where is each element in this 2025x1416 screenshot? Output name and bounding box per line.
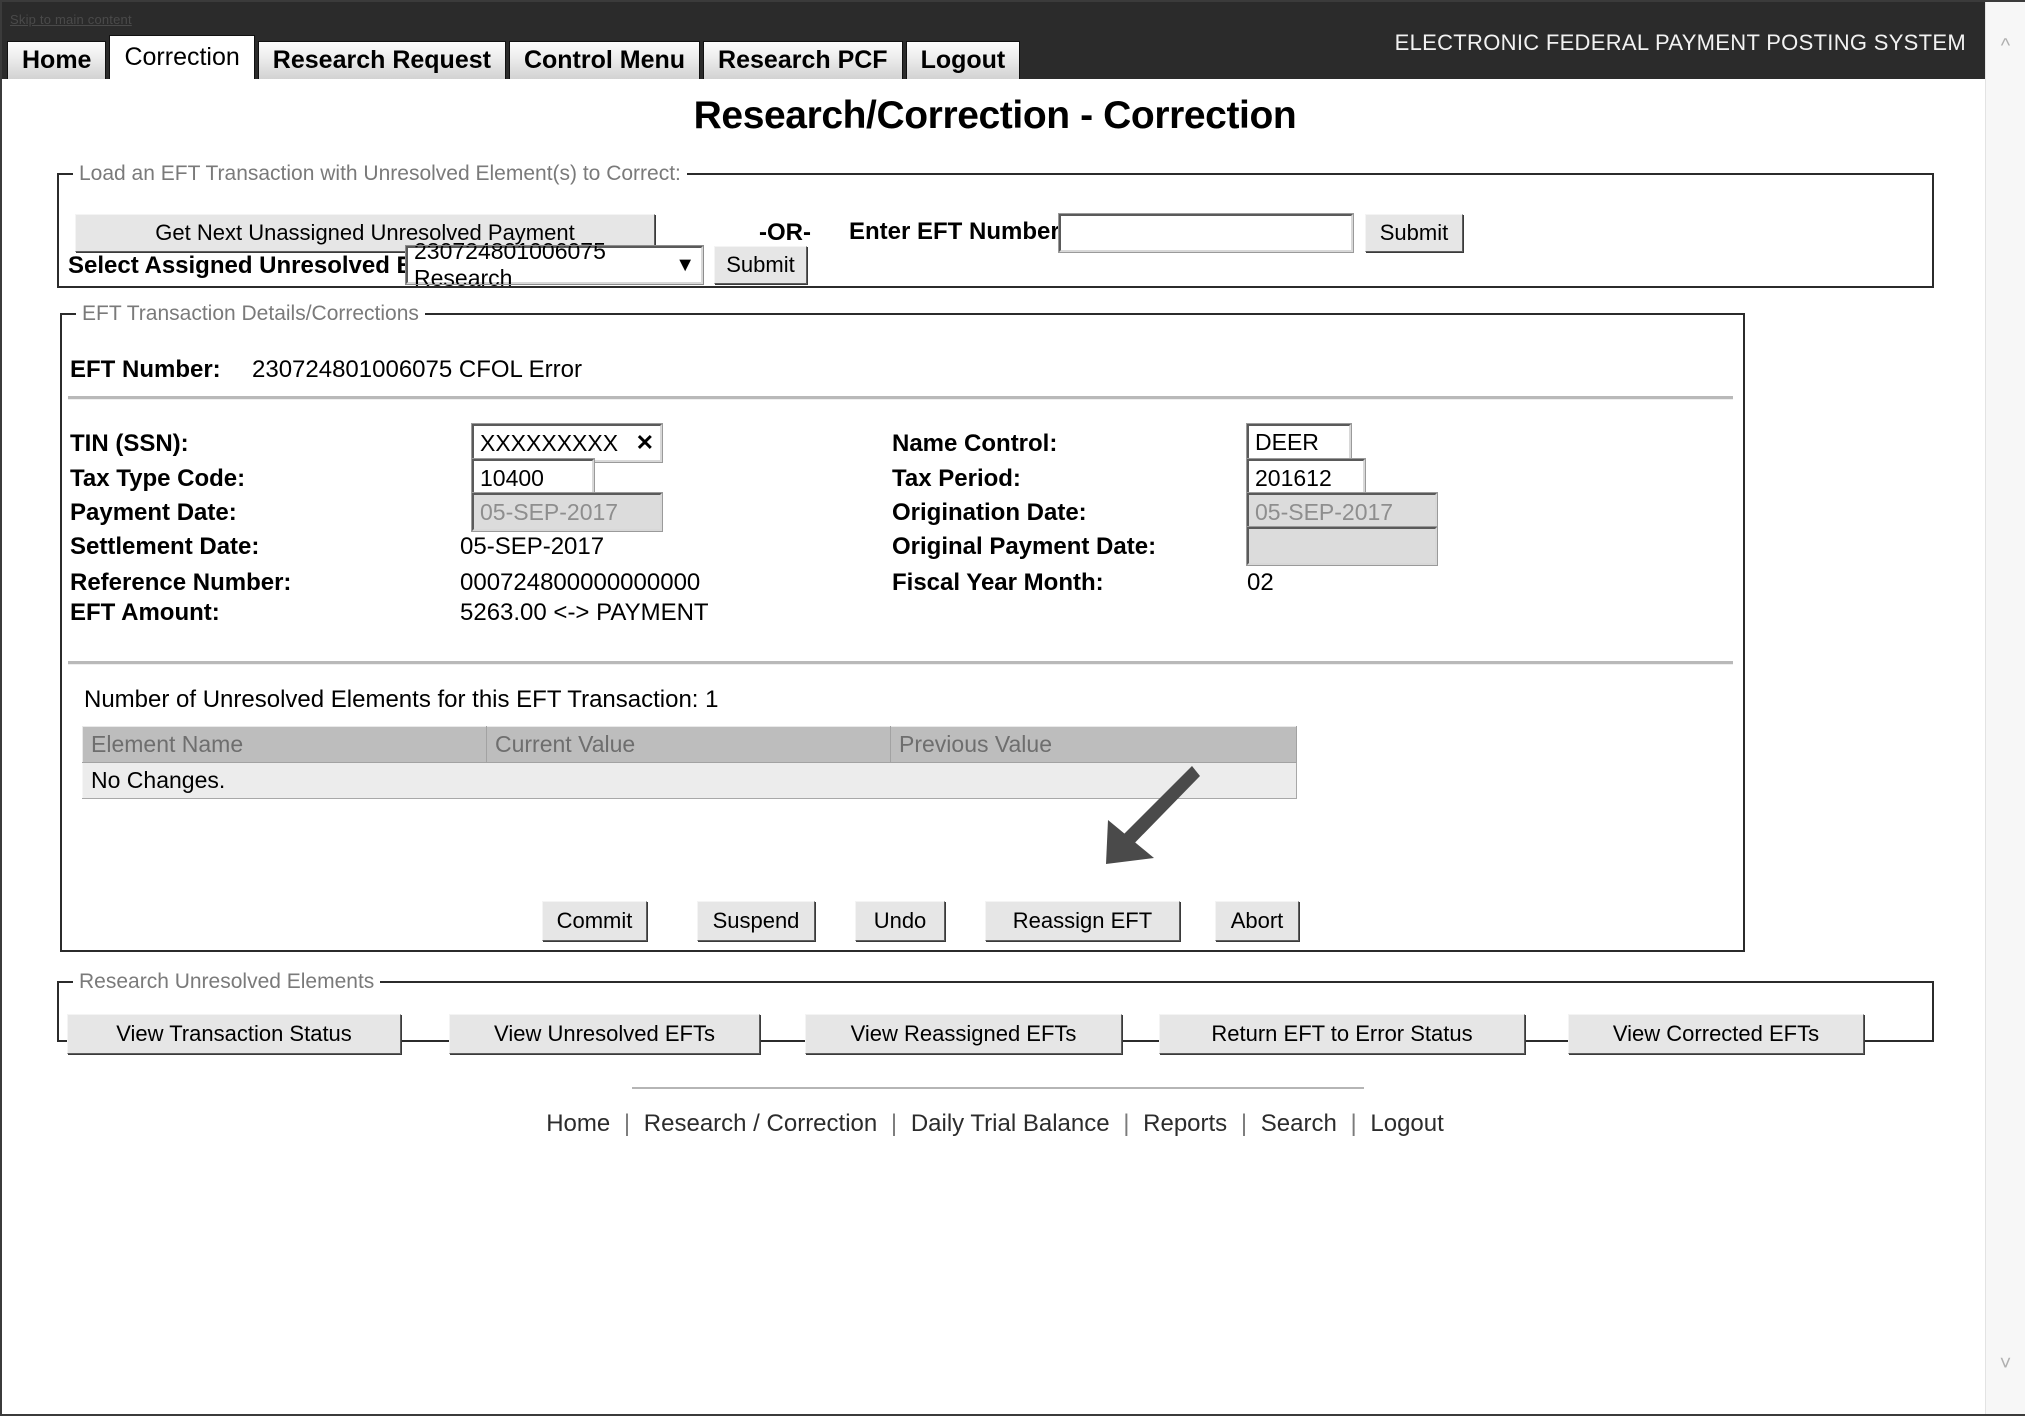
view-transaction-status-button[interactable]: View Transaction Status (67, 1014, 401, 1054)
enter-eft-number-label: Enter EFT Number: (849, 218, 1068, 245)
footer-link-logout[interactable]: Logout (1370, 1110, 1443, 1137)
column-header-current-value: Current Value (486, 726, 891, 763)
view-unresolved-efts-button[interactable]: View Unresolved EFTs (449, 1014, 760, 1054)
footer-separator-5: | (1350, 1110, 1357, 1137)
eft-number-label: EFT Number: (70, 356, 221, 383)
eft-amount-label: EFT Amount: (70, 599, 220, 626)
details-top-divider (68, 396, 1733, 400)
footer-separator-3: | (1123, 1110, 1130, 1137)
reassign-eft-button[interactable]: Reassign EFT (985, 901, 1180, 941)
vertical-scrollbar[interactable]: ^ ˅ (1985, 2, 2025, 1414)
footer-navigation: Home | Research / Correction | Daily Tri… (2, 1110, 1988, 1138)
research-section-legend: Research Unresolved Elements (79, 970, 375, 993)
chevron-down-icon[interactable]: ˅ (1986, 1346, 2025, 1382)
or-text: -OR- (759, 219, 811, 246)
page-title: Research/Correction - Correction (693, 94, 1297, 137)
tab-control-menu[interactable]: Control Menu (508, 41, 701, 79)
tax-period-label: Tax Period: (892, 465, 1021, 492)
undo-button[interactable]: Undo (855, 901, 945, 941)
view-reassigned-efts-button[interactable]: View Reassigned EFTs (805, 1014, 1122, 1054)
abort-button[interactable]: Abort (1215, 901, 1299, 941)
payment-date-label: Payment Date: (70, 499, 237, 526)
application-window: Skip to main content ELECTRONIC FEDERAL … (0, 0, 2025, 1416)
details-bottom-divider (68, 661, 1733, 665)
name-control-label: Name Control: (892, 430, 1058, 457)
tax-period-input[interactable] (1246, 458, 1366, 498)
footer-link-reports[interactable]: Reports (1143, 1110, 1227, 1137)
fiscal-year-month-value: 02 (1247, 569, 1274, 596)
unresolved-elements-count-text: Number of Unresolved Elements for this E… (84, 686, 719, 713)
footer-link-daily-trial-balance[interactable]: Daily Trial Balance (911, 1110, 1110, 1137)
assigned-unresolved-eft-select[interactable]: 230724801006075 Research ▼ (405, 238, 704, 291)
tab-correction[interactable]: Correction (109, 35, 255, 79)
footer-separator-1: | (623, 1110, 631, 1137)
name-control-input[interactable] (1246, 423, 1352, 461)
original-payment-date-input (1246, 526, 1438, 566)
reference-number-value: 000724800000000000 (460, 569, 701, 596)
view-corrected-efts-button[interactable]: View Corrected EFTs (1568, 1014, 1864, 1054)
tab-home[interactable]: Home (7, 41, 107, 79)
footer-link-search[interactable]: Search (1261, 1110, 1337, 1137)
eft-transaction-details-section: EFT Transaction Details/Corrections EFT … (60, 302, 1745, 952)
tin-ssn-input[interactable]: XXXXXXXXX ✕ (471, 423, 663, 463)
payment-date-input (471, 492, 663, 532)
assigned-unresolved-eft-selected-value: 230724801006075 Research (414, 238, 606, 291)
reference-number-label: Reference Number: (70, 569, 292, 596)
eft-number-value: 230724801006075 CFOL Error (252, 356, 582, 383)
load-section-legend: Load an EFT Transaction with Unresolved … (79, 162, 681, 185)
footer-divider (632, 1087, 1364, 1089)
column-header-element-name: Element Name (82, 726, 487, 763)
column-header-previous-value: Previous Value (890, 726, 1297, 763)
details-section-legend: EFT Transaction Details/Corrections (82, 302, 419, 325)
skip-to-main-content-link[interactable]: Skip to main content (10, 12, 132, 27)
tab-research-request[interactable]: Research Request (257, 41, 506, 79)
suspend-button[interactable]: Suspend (697, 901, 815, 941)
tab-research-pcf[interactable]: Research PCF (703, 41, 903, 79)
original-payment-date-label: Original Payment Date: (892, 533, 1157, 560)
chevron-up-icon[interactable]: ^ (1986, 28, 2025, 64)
select-assigned-unresolved-eft-label: Select Assigned Unresolved EFT: (68, 252, 448, 279)
clear-x-icon[interactable]: ✕ (636, 430, 654, 456)
settlement-date-label: Settlement Date: (70, 533, 260, 560)
tab-logout[interactable]: Logout (905, 41, 1021, 79)
return-eft-to-error-status-button[interactable]: Return EFT to Error Status (1159, 1014, 1525, 1054)
eft-number-input[interactable] (1058, 213, 1354, 253)
commit-button[interactable]: Commit (542, 901, 647, 941)
settlement-date-value: 05-SEP-2017 (460, 533, 605, 560)
footer-link-home[interactable]: Home (546, 1110, 610, 1137)
eft-amount-value: 5263.00 <-> PAYMENT (460, 599, 709, 626)
footer-link-research-correction[interactable]: Research / Correction (644, 1110, 877, 1137)
main-tab-bar: Home Correction Research Request Control… (7, 35, 1023, 79)
assigned-unresolved-eft-submit-button[interactable]: Submit (714, 246, 807, 284)
footer-separator-2: | (890, 1110, 898, 1137)
tin-ssn-label: TIN (SSN): (70, 430, 189, 457)
origination-date-input (1246, 492, 1438, 532)
research-unresolved-elements-section: Research Unresolved Elements View Transa… (57, 970, 1934, 1054)
system-title: ELECTRONIC FEDERAL PAYMENT POSTING SYSTE… (1394, 30, 1966, 55)
table-row: No Changes. (82, 762, 1297, 799)
table-cell-no-changes: No Changes. (82, 762, 1297, 799)
unresolved-elements-table: Element Name Current Value Previous Valu… (82, 726, 1297, 799)
eft-number-submit-button[interactable]: Submit (1365, 214, 1463, 252)
origination-date-label: Origination Date: (892, 499, 1087, 526)
fiscal-year-month-label: Fiscal Year Month: (892, 569, 1104, 596)
top-header-bar: Skip to main content ELECTRONIC FEDERAL … (2, 2, 1988, 79)
tin-ssn-value: XXXXXXXXX (480, 429, 619, 456)
tax-type-code-input[interactable] (471, 458, 595, 498)
footer-separator-4: | (1240, 1110, 1248, 1137)
tax-type-code-label: Tax Type Code: (70, 465, 246, 492)
chevron-down-icon: ▼ (675, 254, 695, 276)
table-header-row: Element Name Current Value Previous Valu… (82, 726, 1297, 763)
